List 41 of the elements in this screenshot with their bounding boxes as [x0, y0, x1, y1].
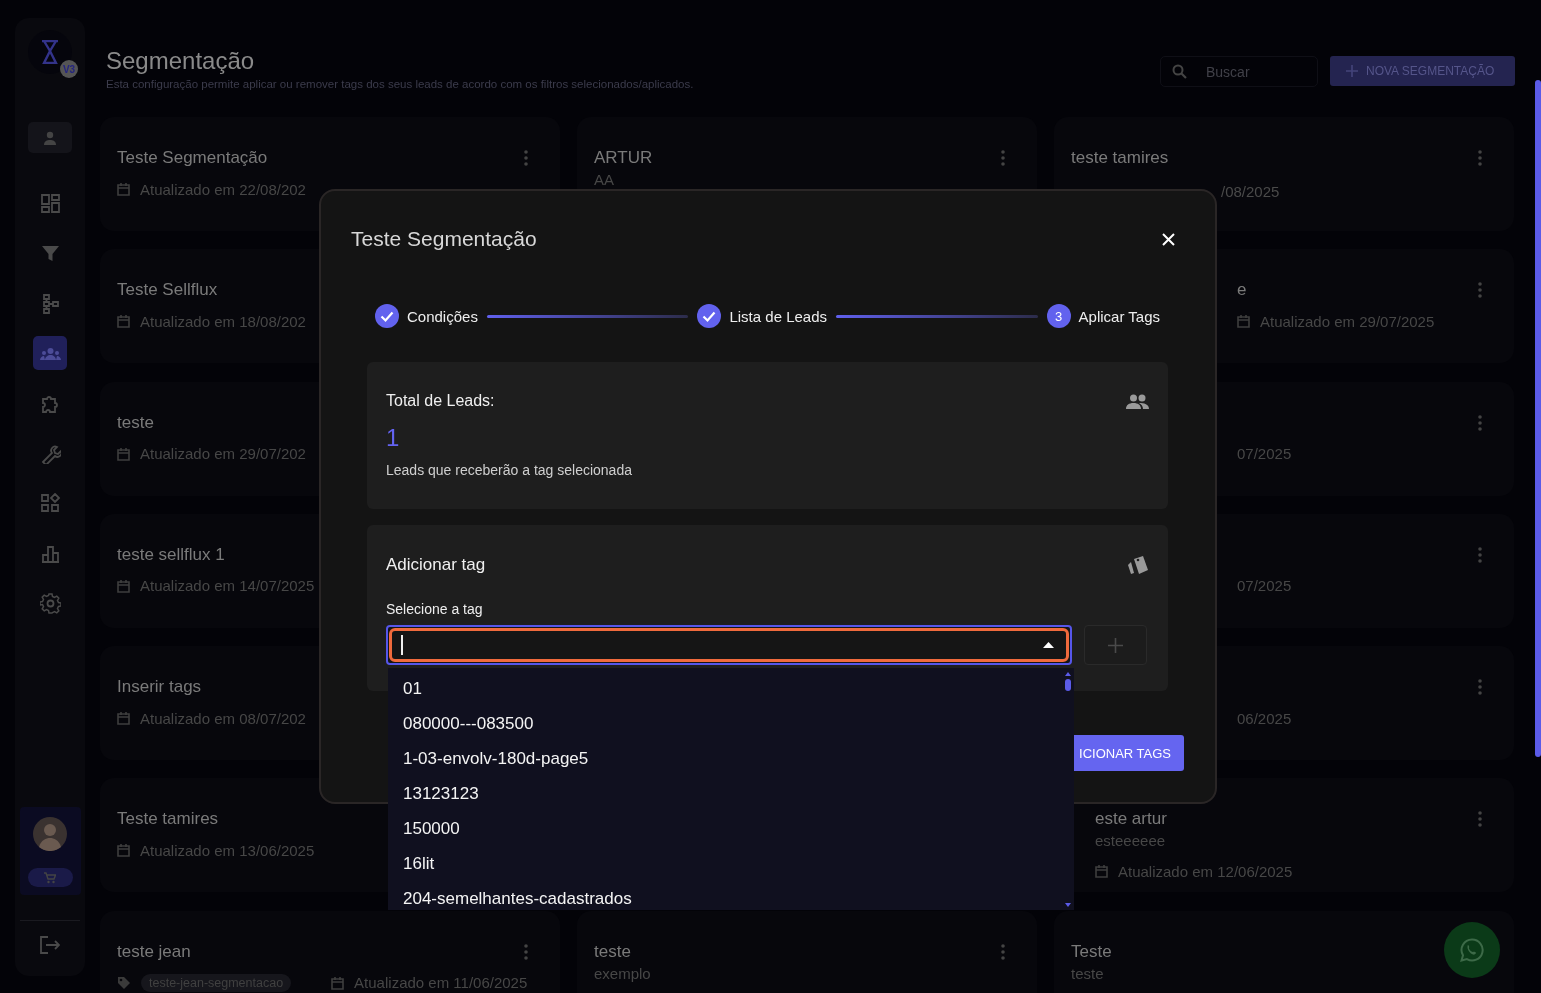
step-number: 3: [1046, 304, 1071, 328]
updated-date: Atualizado em 14/07/2025: [140, 577, 315, 595]
panel-title: Total de Leads:: [386, 392, 495, 410]
updated-date: Atualizado em 12/06/2025: [1118, 863, 1293, 880]
updated-date: Atualizado em 13/06/2025: [140, 842, 315, 859]
card-title: Teste: [1071, 940, 1112, 963]
card-title: teste jean: [117, 940, 191, 963]
updated-date: Atualizado em 22/08/202: [140, 180, 306, 198]
card-title: ARTUR: [594, 147, 653, 169]
updated-date: 06/2025: [1237, 709, 1292, 727]
step-label: Lista de Leads: [729, 307, 827, 325]
card-title: Inserir tags: [117, 676, 202, 699]
card-title: Teste Segmentação: [117, 147, 268, 169]
card-title: Teste tamires: [117, 808, 219, 831]
updated-date: Atualizado em 29/07/202: [140, 445, 306, 463]
card-title: teste: [594, 940, 631, 963]
leads-caption: Leads que receberão a tag selecionada: [386, 462, 633, 478]
card-title: e: [1237, 279, 1247, 302]
updated-date: Atualizado em 11/06/2025: [354, 974, 528, 992]
step-label: Aplicar Tags: [1078, 307, 1160, 325]
card-title: Teste Sellflux: [117, 279, 218, 302]
leads-count: 1: [386, 424, 401, 452]
card-description: esteeeeee: [1095, 831, 1167, 852]
field-label: Selecione a tag: [386, 601, 484, 617]
updated-date: 07/2025: [1237, 445, 1292, 463]
card-title: teste tamires: [1071, 147, 1169, 169]
panel-title: Adicionar tag: [386, 555, 486, 575]
updated-date: Atualizado em 08/07/202: [140, 709, 306, 727]
updated-date: 07/2025: [1237, 577, 1292, 595]
page-description: Esta configuração permite aplicar ou remover tags dos seus leads de acordo com os filtros selecionados/aplicados.: [106, 78, 695, 90]
card-title: teste sellflux 1: [117, 543, 225, 566]
card-description: AA: [594, 170, 615, 190]
updated-date: Atualizado em 29/07/2025: [1260, 312, 1435, 330]
updated-date: /08/2025: [1221, 183, 1280, 200]
card-description: exemplo: [594, 963, 652, 984]
card-title: teste: [117, 411, 154, 434]
card-title: este artur: [1095, 808, 1167, 831]
step-label: Condições: [407, 307, 478, 325]
updated-date: Atualizado em 18/08/202: [140, 312, 306, 330]
card-description: teste: [1071, 963, 1105, 984]
page-title: Segmentação: [106, 46, 256, 76]
